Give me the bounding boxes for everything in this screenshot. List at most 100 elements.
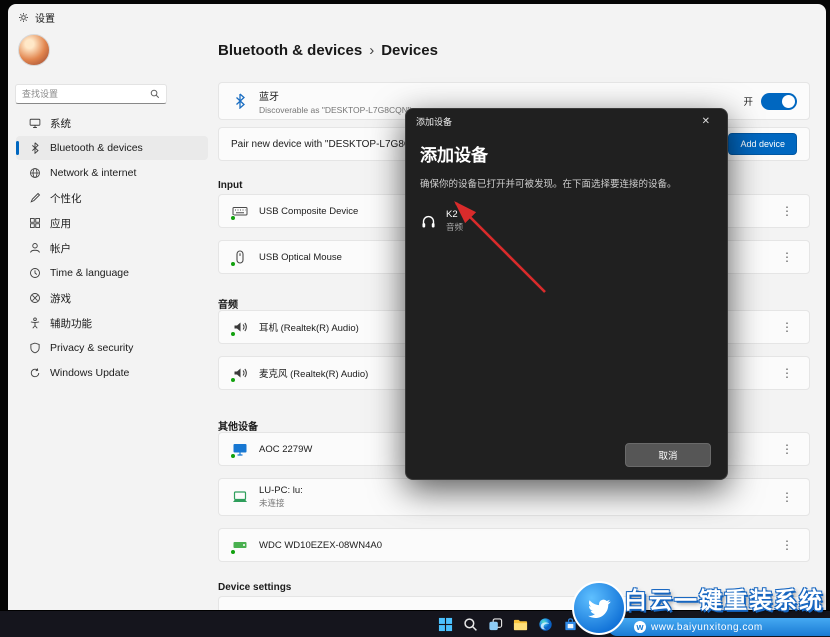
search-input[interactable]: [22, 89, 146, 99]
device-name: LU-PC: lu:: [259, 485, 303, 496]
connected-dot: [230, 549, 236, 555]
sidebar-item-apps[interactable]: 应用: [16, 211, 208, 235]
sidebar-item-time-language[interactable]: Time & language: [16, 261, 208, 285]
gear-icon: [18, 12, 29, 23]
bluetooth-toggle[interactable]: [761, 93, 797, 110]
connected-dot: [230, 215, 236, 221]
device-name: USB Composite Device: [259, 206, 358, 217]
device-name: 耳机 (Realtek(R) Audio): [259, 320, 359, 334]
cancel-button[interactable]: 取消: [625, 443, 711, 467]
close-icon[interactable]: ✕: [695, 114, 717, 129]
sidebar-item-label: 个性化: [50, 191, 82, 206]
sidebar-item-label: Windows Update: [50, 367, 129, 379]
keyboard-icon: [231, 203, 249, 219]
pair-device-title: Pair new device with "DESKTOP-L7G8CQN": [231, 139, 430, 150]
sidebar-item-gaming[interactable]: 游戏: [16, 286, 208, 310]
sidebar-item-system[interactable]: 系统: [16, 111, 208, 135]
sidebar-item-windows-update[interactable]: Windows Update: [16, 361, 208, 385]
watermark-brand-text: 白云一键重装系统: [624, 581, 824, 615]
search-icon[interactable]: [461, 616, 479, 634]
bird-logo-icon: [572, 581, 626, 635]
drive-icon: [231, 537, 249, 553]
sidebar-item-label: Time & language: [50, 267, 129, 279]
bluetooth-icon: [231, 93, 249, 109]
sidebar-item-label: 游戏: [50, 291, 71, 306]
device-name: USB Optical Mouse: [259, 252, 342, 263]
speaker-icon: [231, 319, 249, 335]
app-titlebar: 设置: [18, 10, 55, 25]
add-device-dialog: 添加设备 ✕ 添加设备 确保你的设备已打开并可被发现。在下面选择要连接的设备。 …: [405, 108, 728, 480]
more-options-button[interactable]: ⋮: [777, 321, 797, 333]
file-explorer-icon[interactable]: [511, 616, 529, 634]
start-icon[interactable]: [436, 616, 454, 634]
more-options-button[interactable]: ⋮: [777, 491, 797, 503]
toggle-knob: [782, 95, 795, 108]
app-title: 设置: [35, 10, 55, 25]
more-options-button[interactable]: ⋮: [777, 205, 797, 217]
time-language-icon: [28, 267, 41, 280]
apps-icon: [28, 217, 41, 230]
sidebar-item-label: 辅助功能: [50, 316, 92, 331]
device-status: 未连接: [259, 497, 303, 509]
more-options-button[interactable]: ⋮: [777, 443, 797, 455]
device-card-lu-pc: LU-PC: lu: 未连接 ⋮: [218, 478, 810, 516]
sidebar-item-privacy-security[interactable]: Privacy & security: [16, 336, 208, 360]
gaming-icon: [28, 292, 41, 305]
network-icon: [28, 167, 41, 180]
more-options-button[interactable]: ⋮: [777, 539, 797, 551]
sidebar-item-accessibility[interactable]: 辅助功能: [16, 311, 208, 335]
toggle-state-label: 开: [743, 94, 753, 108]
sidebar-item-network[interactable]: Network & internet: [16, 161, 208, 185]
bluetooth-subtitle: Discoverable as "DESKTOP-L7G8CQN": [259, 105, 411, 115]
connected-dot: [230, 261, 236, 267]
personalization-icon: [28, 192, 41, 205]
accessibility-icon: [28, 317, 41, 330]
settings-sidebar: 系统 Bluetooth & devices Network & interne…: [12, 110, 212, 386]
section-title-device-settings: Device settings: [218, 582, 291, 593]
device-name: K2: [446, 209, 463, 220]
settings-search: [15, 84, 167, 104]
sidebar-item-label: Bluetooth & devices: [50, 142, 143, 154]
sidebar-item-label: Privacy & security: [50, 342, 133, 354]
device-name: WDC WD10EZEX-08WN4A0: [259, 540, 382, 551]
section-title-other-devices: 其他设备: [218, 418, 258, 433]
device-name: AOC 2279W: [259, 444, 312, 455]
discovered-device-k2[interactable]: K2 音频: [414, 204, 719, 238]
add-device-button[interactable]: Add device: [728, 133, 797, 155]
windows-update-icon: [28, 367, 41, 380]
sidebar-item-label: 应用: [50, 216, 71, 231]
page-title: Devices: [381, 42, 438, 59]
accounts-icon: [28, 242, 41, 255]
sidebar-item-accounts[interactable]: 帐户: [16, 236, 208, 260]
breadcrumb-separator: ›: [369, 42, 374, 59]
connected-dot: [230, 331, 236, 337]
sidebar-item-label: 帐户: [50, 241, 71, 256]
connected-dot: [230, 453, 236, 459]
taskbar-icons: [436, 611, 579, 637]
task-view-icon[interactable]: [486, 616, 504, 634]
device-type: 音频: [446, 221, 463, 233]
breadcrumb-root[interactable]: Bluetooth & devices: [218, 42, 362, 59]
connected-dot: [230, 377, 236, 383]
edge-icon[interactable]: [536, 616, 554, 634]
bluetooth-icon: [28, 142, 41, 155]
more-options-button[interactable]: ⋮: [777, 251, 797, 263]
bluetooth-title: 蓝牙: [259, 88, 411, 103]
dialog-titlebar: 添加设备 ✕: [406, 109, 727, 133]
sidebar-item-label: Network & internet: [50, 167, 136, 179]
dialog-heading: 添加设备: [420, 141, 713, 166]
watermark-url: www.baiyunxitong.com: [651, 622, 763, 633]
system-icon: [28, 117, 41, 130]
user-avatar[interactable]: [18, 34, 50, 66]
section-title-input: Input: [218, 180, 242, 191]
sidebar-item-label: 系统: [50, 116, 71, 131]
sidebar-item-bluetooth-devices[interactable]: Bluetooth & devices: [16, 136, 208, 160]
device-name: 麦克风 (Realtek(R) Audio): [259, 366, 368, 380]
sidebar-item-personalization[interactable]: 个性化: [16, 186, 208, 210]
breadcrumb: Bluetooth & devices › Devices: [218, 42, 438, 59]
speaker-icon: [231, 365, 249, 381]
mouse-icon: [231, 249, 249, 265]
pc-icon: [231, 489, 249, 505]
headphones-icon: [420, 213, 437, 230]
more-options-button[interactable]: ⋮: [777, 367, 797, 379]
